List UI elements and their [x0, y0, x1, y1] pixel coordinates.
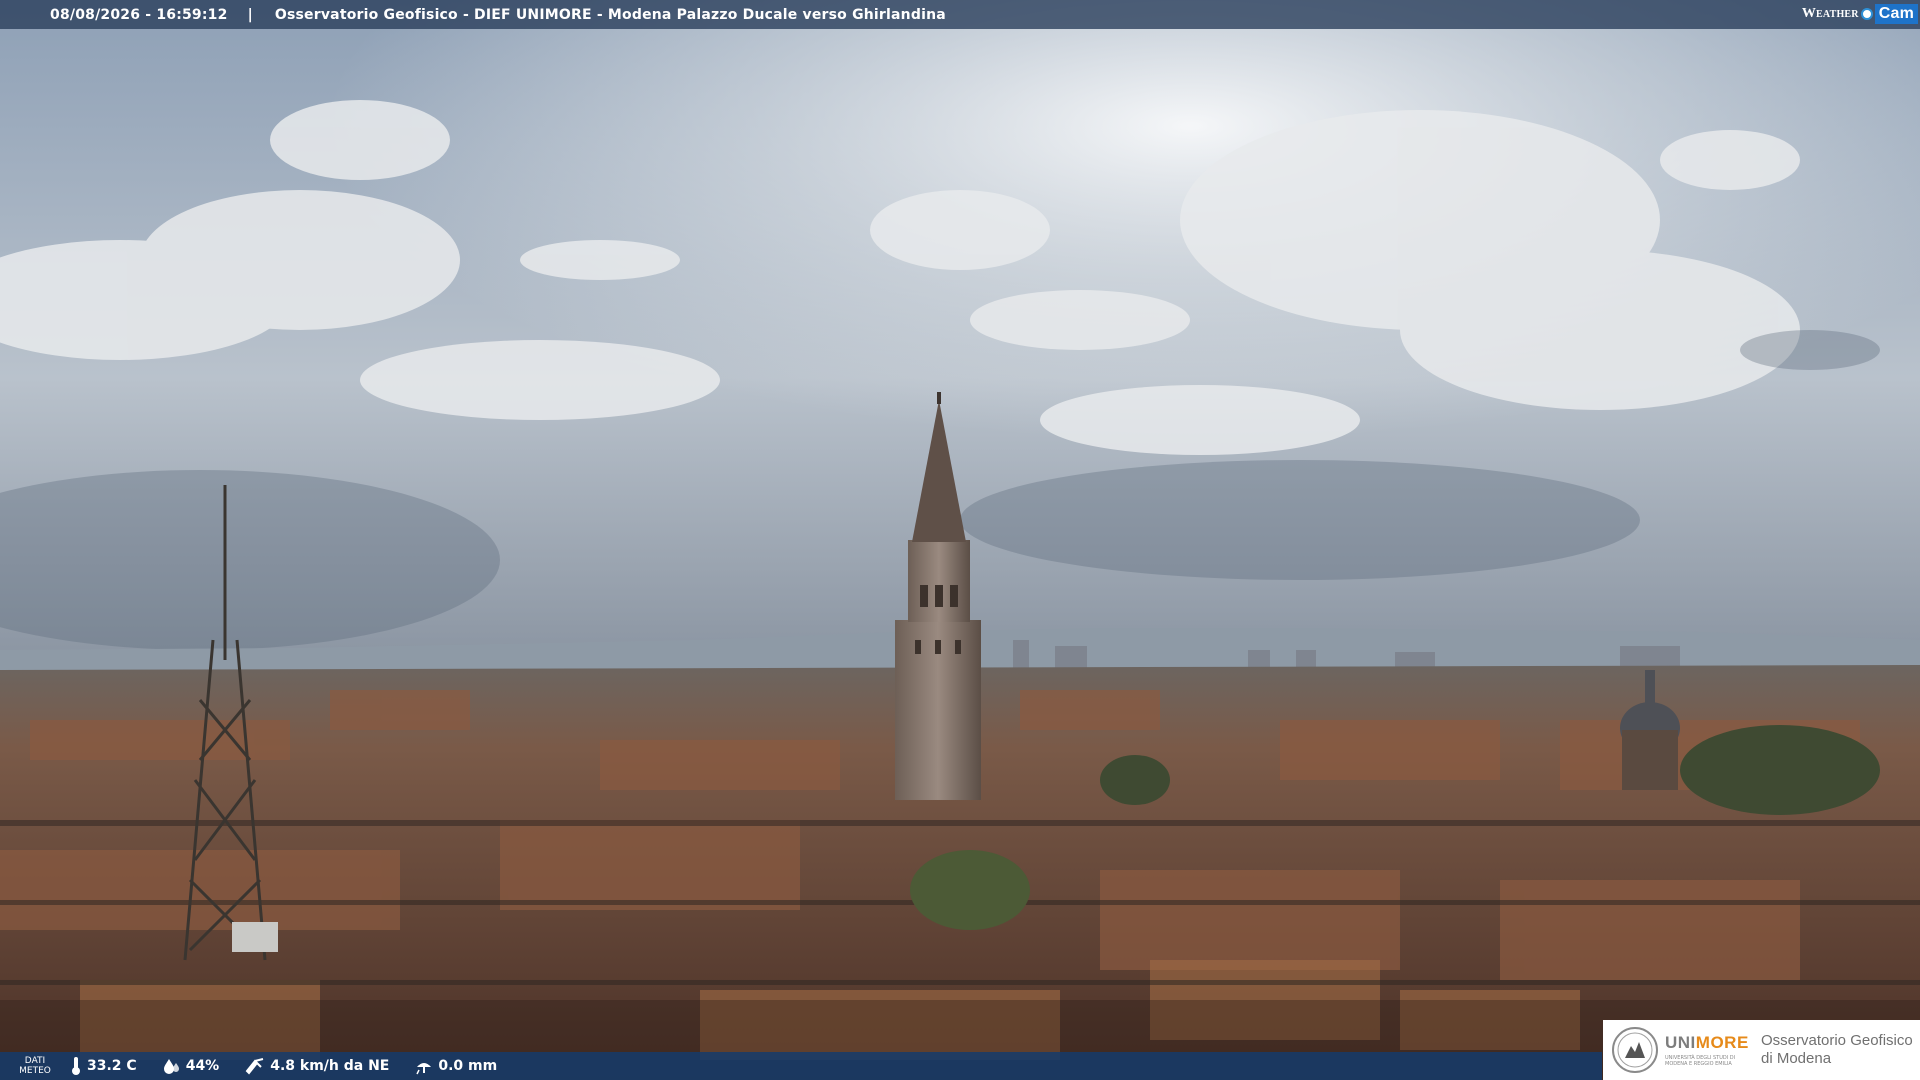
rain-gauge-icon [416, 1063, 432, 1075]
header-separator: | [247, 6, 253, 23]
timestamp: 08/08/2026 - 16:59:12 [50, 6, 228, 23]
rain-value: 0.0 mm [438, 1058, 498, 1074]
weather-data-bar: DATI METEO 33.2 C 44% 4.8 km/h da NE 0.0… [0, 1052, 1602, 1080]
unimore-name-main: UNI [1665, 1033, 1696, 1052]
rain-reading: 0.0 mm [415, 1057, 497, 1075]
wind-reading: 4.8 km/h da NE [245, 1057, 389, 1075]
sun-icon [1860, 8, 1873, 20]
university-seal-icon [1612, 1027, 1658, 1073]
weathercam-logo: Weather Cam [1802, 2, 1918, 26]
weather-data-label: DATI METEO [0, 1056, 70, 1076]
weather-data-label-line1: DATI [24, 1056, 46, 1066]
observatory-name-line2: di Modena [1761, 1050, 1832, 1067]
unimore-observatory-logo: UNIMORE UNIVERSITÀ DEGLI STUDI DI MODENA… [1603, 1020, 1920, 1080]
unimore-wordmark: UNIMORE UNIVERSITÀ DEGLI STUDI DI MODENA… [1665, 1033, 1753, 1067]
camera-location-title: Osservatorio Geofisico - DIEF UNIMORE - … [274, 6, 946, 23]
humidity-value: 44% [185, 1058, 220, 1074]
webcam-header-bar: 08/08/2026 - 16:59:12 | Osservatorio Geo… [0, 0, 1920, 29]
unimore-subtitle-line2: MODENA E REGGIO EMILIA [1665, 1061, 1732, 1067]
temperature-value: 33.2 C [87, 1058, 137, 1074]
humidity-drop-icon [163, 1059, 179, 1074]
temperature-reading: 33.2 C [70, 1056, 137, 1076]
webcam-scene [0, 0, 1920, 1080]
weathercam-logo-cam: Cam [1874, 4, 1918, 24]
unimore-subtitle: UNIVERSITÀ DEGLI STUDI DI MODENA E REGGI… [1665, 1055, 1753, 1067]
observatory-name-line1: Osservatorio Geofisico [1761, 1032, 1913, 1049]
thermometer-icon [72, 1057, 80, 1075]
humidity-reading: 44% [163, 1057, 220, 1075]
unimore-name: UNIMORE [1665, 1033, 1753, 1053]
weathercam-logo-weather: Weather [1801, 6, 1859, 21]
observatory-name: Osservatorio Geofisico di Modena [1761, 1032, 1913, 1068]
weather-data-label-line2: METEO [19, 1066, 51, 1076]
unimore-name-accent: MORE [1695, 1033, 1749, 1052]
wind-icon [245, 1058, 264, 1075]
wind-value: 4.8 km/h da NE [270, 1058, 390, 1074]
